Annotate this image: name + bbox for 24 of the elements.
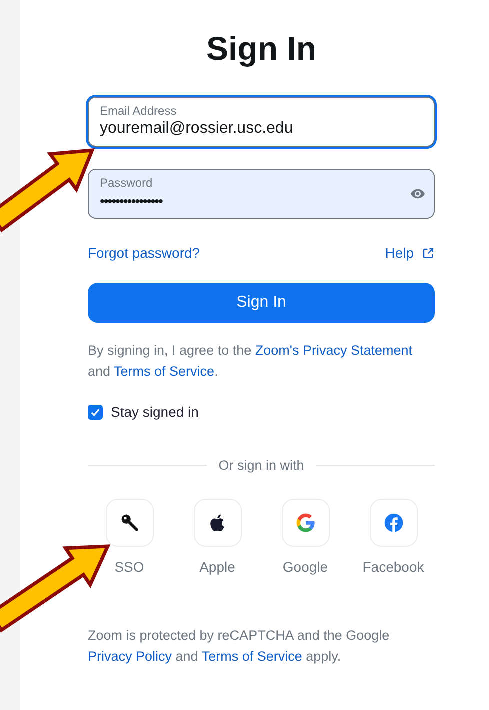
input-field[interactable]: Password •••••••••••••••• (88, 169, 435, 219)
provider-label: Google (282, 559, 328, 575)
recaptcha-notice: Zoom is protected by reCAPTCHA and the Google Privacy Policy and Terms of Service apply. (88, 627, 391, 666)
external-link-icon (422, 246, 435, 260)
policy-link[interactable]: Terms of Service (202, 649, 302, 664)
terms-link[interactable]: Zoom's Privacy Statement (255, 343, 412, 358)
google-icon (294, 512, 316, 534)
terms-link[interactable]: Terms of Service (114, 364, 215, 379)
input-field[interactable]: Email Address youremail@rossier.usc.edu (88, 97, 435, 147)
help-link[interactable]: Help (385, 245, 414, 261)
page-title: Sign In (206, 29, 318, 69)
provider-label: Facebook (362, 559, 424, 575)
forgot-password-link[interactable]: Forgot password? (88, 245, 200, 261)
provider-button[interactable] (106, 499, 154, 547)
stay-signed-in-checkbox[interactable] (88, 404, 103, 420)
sign-in-button[interactable]: Sign In (88, 283, 435, 323)
provider-button[interactable] (194, 499, 242, 547)
divider-text: Or sign in with (218, 458, 304, 473)
provider-label: Apple (200, 559, 236, 575)
provider-label: SSO (114, 559, 144, 575)
facebook-icon (382, 512, 404, 534)
stay-signed-in-label: Stay signed in (111, 404, 199, 420)
agreement-text: By signing in, I agree to the Zoom's Privacy Statement and Terms of Service. (88, 342, 414, 381)
policy-link[interactable]: Privacy Policy (88, 649, 172, 664)
